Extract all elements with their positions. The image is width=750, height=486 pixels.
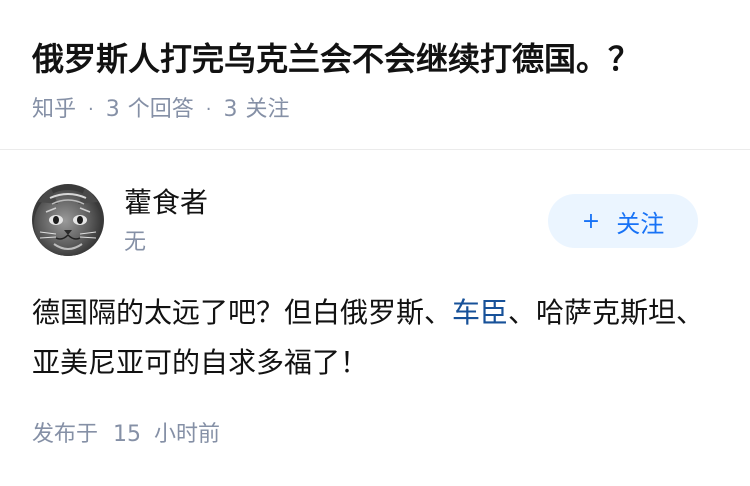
answer-count-label[interactable]: 个回答 [128,94,194,126]
plus-icon: + [581,208,601,234]
follow-button[interactable]: + 关注 [548,194,698,248]
question-header: 俄罗斯人打完乌克兰会不会继续打德国。？ 知乎 · 3 个回答 · 3 关注 [0,0,750,150]
follow-count-label[interactable]: 关注 [246,94,290,126]
author-bio: 无 [124,230,147,255]
question-meta: 知乎 · 3 个回答 · 3 关注 [32,94,290,126]
cat-avatar-icon [32,184,104,256]
follow-button-label: 关注 [616,209,665,238]
answer-content[interactable]: 德国隔的太远了吧？但白俄罗斯、车臣、哈萨克斯坦、亚美尼亚可的自求多福了！ [32,288,718,388]
time-prefix: 发布于 [32,422,99,447]
source-label[interactable]: 知乎 [32,94,76,126]
answer-card: 藿食者 无 + 关注 德国隔的太远了吧？但白俄罗斯、车臣、哈萨克斯坦、亚美尼亚可… [0,150,750,486]
time-suffix: 小时前 [154,422,221,447]
author-name[interactable]: 藿食者 [124,184,208,222]
meta-separator: · [88,99,94,120]
follow-count: 3 [223,97,238,122]
answer-timestamp: 发布于 15 小时前 [32,420,220,450]
answer-text-part1: 德国隔的太远了吧？但白俄罗斯、 [32,296,453,329]
avatar[interactable] [32,184,104,256]
answer-count: 3 [105,97,120,122]
time-value: 15 [113,422,142,447]
question-title[interactable]: 俄罗斯人打完乌克兰会不会继续打德国。？ [32,36,640,82]
meta-separator: · [205,99,212,120]
topic-link-chechnya[interactable]: 车臣 [452,296,508,329]
